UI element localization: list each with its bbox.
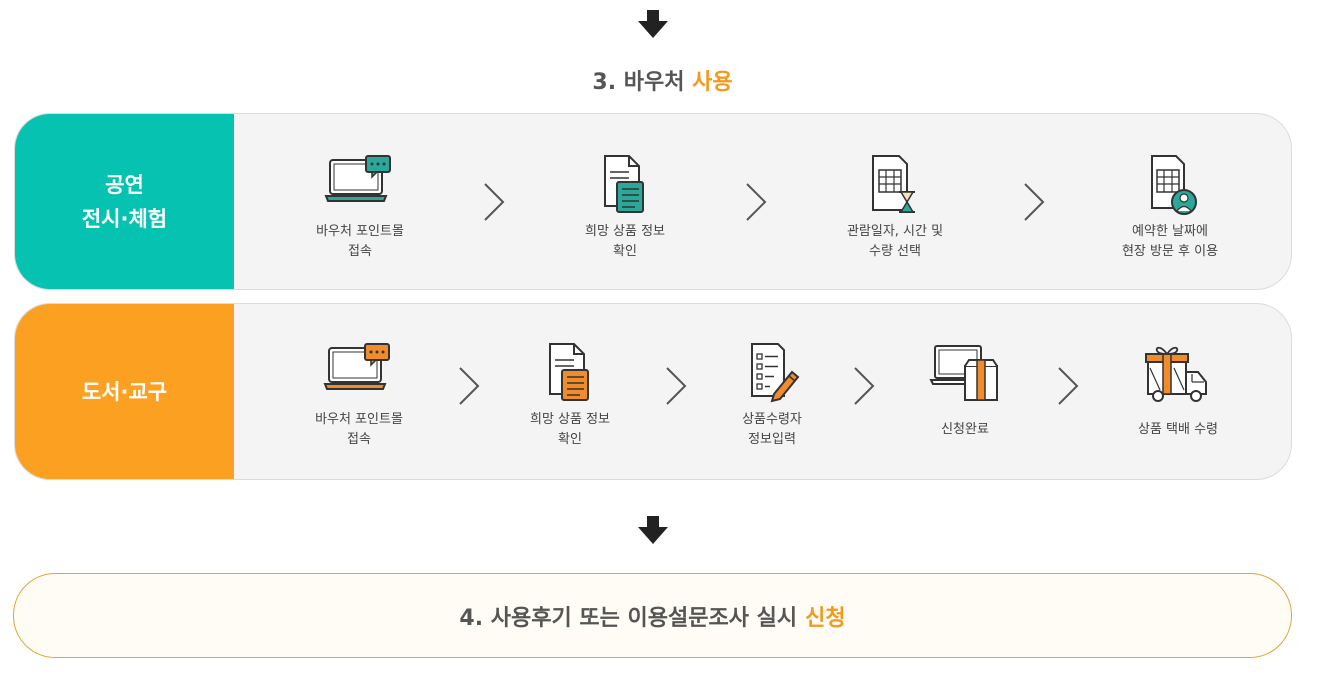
books-step-1: 바우처 포인트몰 접속 [269, 342, 449, 450]
chevron-right-icon [459, 367, 480, 405]
chevron-right-icon [484, 183, 505, 221]
laptop-chat-icon [323, 343, 390, 390]
performance-label: 공연 전시·체험 [15, 114, 234, 289]
books-step-4: 신청완료 [875, 342, 1055, 440]
section-3-title-accent: 사용 [692, 70, 733, 95]
step-caption: 상품수령자 정보입력 [742, 412, 802, 447]
form-pencil-icon [751, 343, 800, 403]
books-panel: 도서·교구 바우처 포인트몰 접속 희망 상품 정보 확인 상품수령자 정보입력… [14, 303, 1292, 480]
performance-step-4: 예약한 날짜에 현장 방문 후 이용 [1080, 154, 1260, 262]
books-label: 도서·교구 [15, 304, 234, 479]
gift-truck-icon [1145, 346, 1207, 402]
performance-step-2: 희망 상품 정보 확인 [535, 154, 715, 262]
calendar-hourglass-icon [872, 155, 915, 213]
calendar-user-icon [1151, 155, 1197, 215]
performance-step-3: 관람일자, 시간 및 수량 선택 [805, 154, 985, 262]
books-step-2: 희망 상품 정보 확인 [480, 342, 660, 450]
performance-label-line2: 전시·체험 [81, 206, 168, 231]
step-caption: 관람일자, 시간 및 수량 선택 [846, 224, 944, 259]
chevron-right-icon [746, 183, 767, 221]
section-4-box: 4. 사용후기 또는 이용설문조사 실시 신청 [13, 573, 1292, 658]
step-caption: 희망 상품 정보 확인 [529, 412, 611, 447]
performance-panel: 공연 전시·체험 바우처 포인트몰 접속 희망 상품 정보 확인 관람일자, 시… [14, 113, 1292, 290]
document-list-icon [549, 343, 589, 401]
step-caption: 예약한 날짜에 현장 방문 후 이용 [1121, 224, 1219, 259]
step-caption: 바우처 포인트몰 접속 [315, 412, 403, 447]
document-list-icon [604, 155, 644, 213]
step-caption: 상품 택배 수령 [1137, 422, 1219, 437]
books-step-5: 상품 택배 수령 [1088, 342, 1268, 440]
section-3-title: 3. 바우처 사용 [0, 64, 1325, 96]
laptop-box-icon [929, 345, 998, 401]
books-step-3: 상품수령자 정보입력 [682, 342, 862, 450]
laptop-chat-icon [324, 155, 391, 202]
section-4-title-accent: 신청 [805, 605, 846, 631]
arrow-down-icon [638, 10, 668, 38]
arrow-down-icon [638, 516, 668, 544]
performance-step-1: 바우처 포인트몰 접속 [270, 154, 450, 262]
step-caption: 바우처 포인트몰 접속 [316, 224, 404, 259]
section-4-title-main: 4. 사용후기 또는 이용설문조사 실시 [459, 605, 798, 631]
performance-label-line1: 공연 [105, 172, 144, 197]
chevron-right-icon [1058, 367, 1079, 405]
step-caption: 신청완료 [941, 422, 989, 437]
step-caption: 희망 상품 정보 확인 [584, 224, 666, 259]
chevron-right-icon [1024, 183, 1045, 221]
chevron-right-icon [854, 367, 875, 405]
section-3-title-main: 3. 바우처 [592, 70, 685, 95]
